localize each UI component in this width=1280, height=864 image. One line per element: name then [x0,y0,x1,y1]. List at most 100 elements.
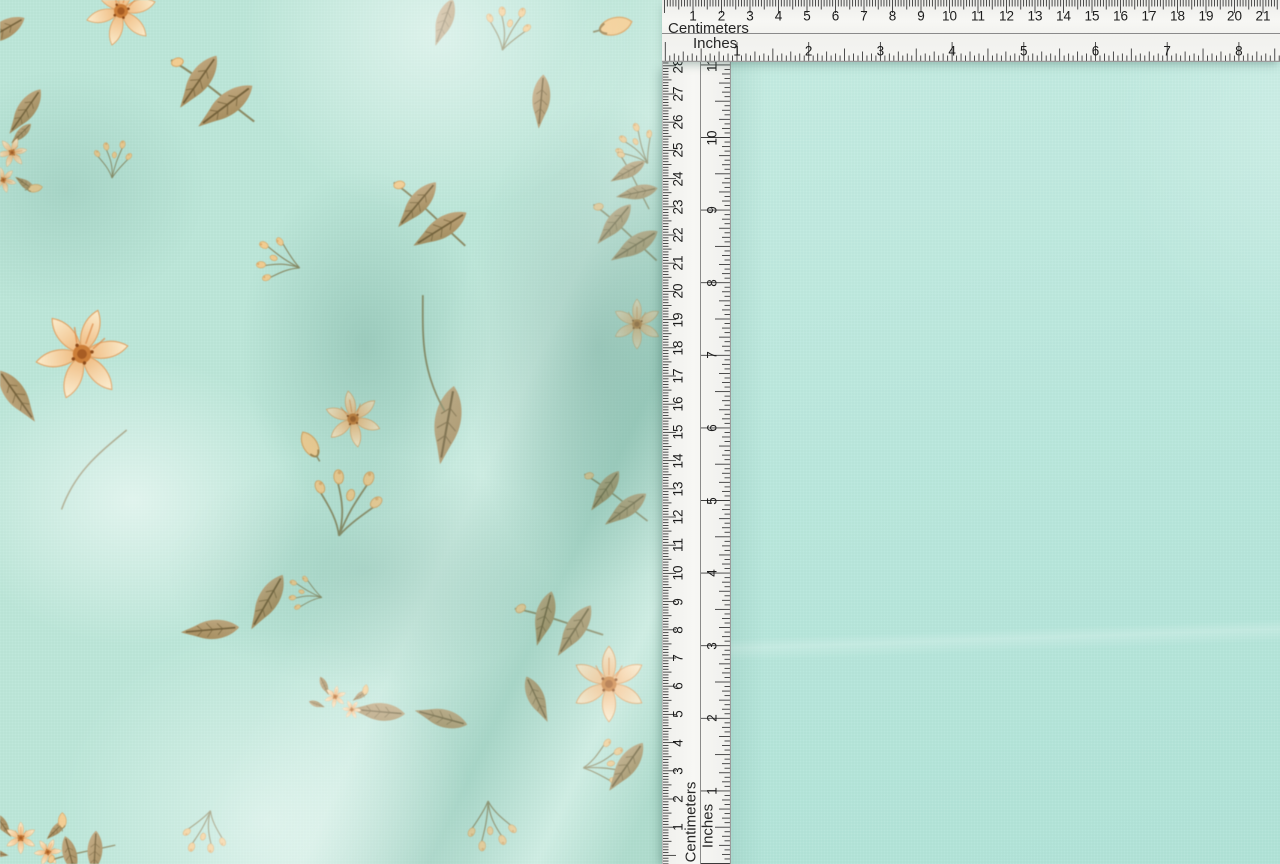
fabric-motif-budspray [305,461,389,542]
fabric-motif-stem [62,421,127,518]
ruler-number: 5 [803,9,811,23]
ruler-number: 11 [705,62,719,72]
fabric-motif-cluster [0,810,69,864]
ruler-number: 6 [1092,44,1100,58]
fabric-weave-texture [731,62,1280,864]
ruler-number: 26 [671,115,685,130]
ruler-number: 14 [671,453,685,468]
ruler-number: 2 [671,795,685,803]
ruler-number: 14 [1056,9,1071,23]
ruler-number: 10 [705,130,719,145]
ruler-number: 6 [832,9,840,23]
fabric-motif-bud [591,14,634,41]
fabric-motif-leaf [0,365,43,428]
ruler-number: 5 [1020,44,1028,58]
ruler-number: 28 [671,62,685,73]
ruler-number: 5 [671,711,685,719]
ruler-number: 10 [942,9,957,23]
fabric-motif-budspray [285,573,326,615]
horizontal-ruler: Centimeters Inches 123456789101112131415… [662,0,1280,62]
ruler-number: 2 [718,9,726,23]
ruler-number: 12 [671,509,685,524]
fabric-motif-flower [321,386,384,451]
fabric-motif-cluster [306,673,371,724]
fabric-motif-leafpair [603,150,664,210]
h-centimeters-label: Centimeters [668,21,749,36]
ruler-number: 7 [860,9,868,23]
fabric-motif-leaf [412,702,469,733]
fabric-motif-budspray [179,806,232,858]
ruler-number: 17 [671,368,685,383]
ruler-number: 18 [1170,9,1185,23]
ruler-number: 20 [671,284,685,299]
ruler-number: 20 [1227,9,1242,23]
ruler-number: 12 [999,9,1014,23]
ruler-number: 11 [671,538,685,552]
fabric-motif-flower [79,0,162,54]
fabric-motif-leaf [242,570,291,635]
ruler-number: 3 [746,9,754,23]
ruler-number: 3 [705,642,719,650]
ruler-number: 25 [671,143,685,158]
ruler-number: 8 [705,279,719,287]
fabric-motif-leaf [601,737,650,796]
vertical-ruler: Centimeters Inches 123456789101112131415… [662,62,731,864]
ruler-number: 7 [1163,44,1171,58]
flat-fabric-panel [731,62,1280,864]
ruler-number: 10 [671,566,685,581]
ruler-number: 9 [917,9,925,23]
fabric-motif-leaf [530,74,552,130]
ruler-number: 6 [705,424,719,432]
fabric-product-photo: Centimeters Inches 123456789101112131415… [0,0,1280,864]
fabric-motif-budspray [480,1,535,54]
drape-floral-print [0,0,664,864]
ruler-number: 2 [705,715,719,723]
ruler-number: 19 [671,312,685,327]
ruler-number: 24 [671,171,685,186]
ruler-number: 16 [671,397,685,412]
ruler-number: 15 [1084,9,1099,23]
ruler-number: 21 [671,256,685,271]
ruler-number: 2 [805,44,813,58]
ruler-number: 23 [671,199,685,214]
ruler-number: 8 [671,626,685,634]
ruler-number: 18 [671,340,685,355]
fabric-motif-cluster [0,113,46,202]
ruler-number: 8 [1235,44,1243,58]
ruler-number: 22 [671,227,685,242]
ruler-number: 11 [971,9,985,23]
fabric-motif-leaf [427,384,466,467]
ruler-number: 13 [671,481,685,496]
ruler-number: 1 [705,787,719,795]
ruler-number: 13 [1027,9,1042,23]
ruler-number: 21 [1255,9,1270,23]
ruler-number: 5 [705,497,719,505]
ruler-number: 3 [671,767,685,775]
fabric-motif-leaf [428,0,461,49]
fabric-motif-flower [573,646,645,722]
fabric-motif-leafpair [507,569,612,673]
ruler-number: 1 [671,823,685,831]
fabric-motif-leaf [519,673,555,725]
ruler-number: 27 [671,86,685,101]
fabric-motif-budspray [250,232,307,290]
fabric-motif-leafpair [384,170,476,258]
fabric-drape [0,0,664,864]
ruler-number: 9 [705,206,719,214]
ruler-number: 4 [775,9,783,23]
fabric-motif-flower [25,295,140,413]
v-centimeters-label: Centimeters [684,782,699,863]
ruler-number: 15 [671,425,685,440]
fabric-motif-leaf [0,10,29,52]
ruler-number: 4 [705,569,719,577]
fabric-motif-budspray [93,140,133,178]
fabric-motif-stem [379,295,489,410]
ruler-number: 17 [1141,9,1156,23]
ruler-number: 1 [733,44,741,58]
ruler-number: 7 [671,654,685,662]
ruler-number: 8 [889,9,897,23]
ruler-number: 3 [877,44,885,58]
fabric-motif-bud [297,429,326,465]
ruler-number: 4 [671,739,685,747]
fabric-motif-leaf [180,618,240,642]
